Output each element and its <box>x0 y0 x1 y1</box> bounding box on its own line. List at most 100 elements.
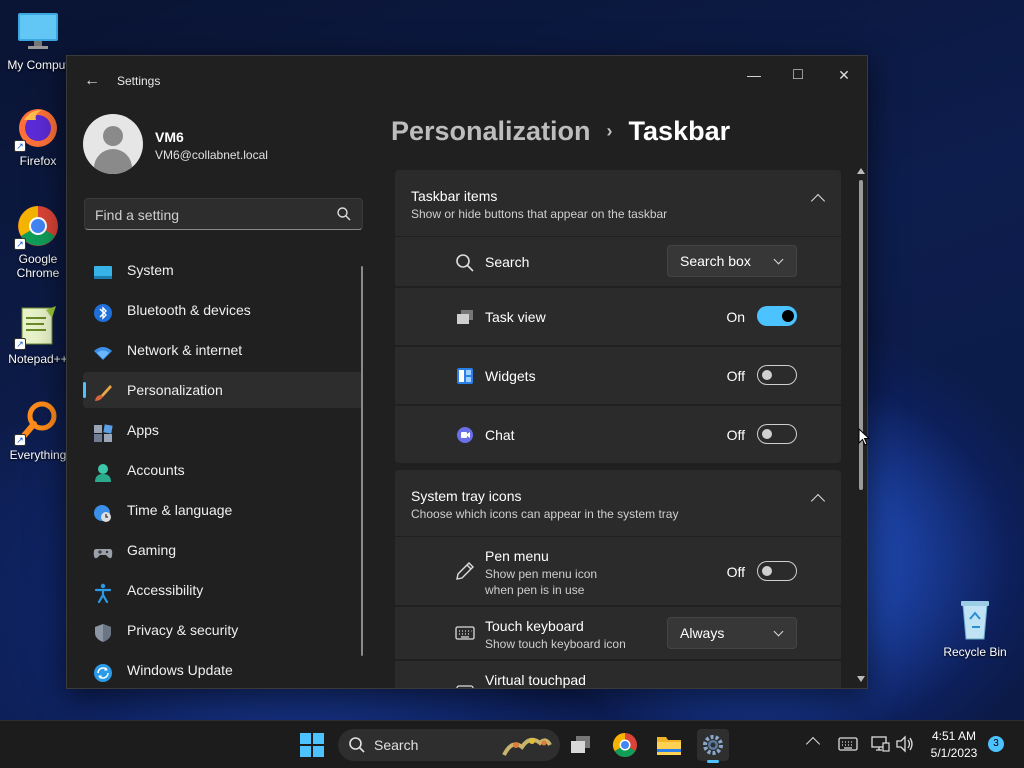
touchpad-icon <box>455 683 475 688</box>
clock-time[interactable]: 4:51 AM <box>924 729 984 743</box>
desktop-icon-label: Everything <box>9 448 67 462</box>
minimize-button[interactable]: — <box>743 64 765 86</box>
gear-icon <box>703 735 723 755</box>
sidebar-item-apps[interactable]: Apps <box>83 412 363 448</box>
avatar[interactable] <box>83 114 143 174</box>
clock-globe-icon <box>93 500 113 522</box>
notification-badge[interactable]: 3 <box>988 736 1004 752</box>
close-button[interactable]: ✕ <box>833 64 855 86</box>
sidebar-item-label: Personalization <box>127 382 223 398</box>
task-view-toggle[interactable] <box>757 306 797 326</box>
mouse-cursor-icon <box>858 427 871 451</box>
sidebar-item-label: System <box>127 262 174 278</box>
desktop-icon-my-computer[interactable]: My Comput <box>0 10 76 72</box>
keyboard-icon <box>455 623 475 643</box>
taskbar-items-header[interactable]: Taskbar items Show or hide buttons that … <box>395 170 841 236</box>
sidebar-item-gaming[interactable]: Gaming <box>83 532 363 568</box>
sidebar-item-network[interactable]: Network & internet <box>83 332 363 368</box>
breadcrumb-parent[interactable]: Personalization <box>391 116 591 146</box>
widgets-toggle[interactable] <box>757 365 797 385</box>
sidebar-item-bluetooth[interactable]: Bluetooth & devices <box>83 292 363 328</box>
shield-icon <box>93 620 113 642</box>
taskbar-task-view[interactable] <box>565 729 597 761</box>
search-input[interactable]: Find a setting <box>84 198 363 230</box>
network-icon[interactable] <box>870 735 890 758</box>
sidebar-item-label: Time & language <box>127 502 233 518</box>
setting-row-virtual-touchpad: Virtual touchpad <box>395 661 841 688</box>
sidebar-item-personalization[interactable]: Personalization <box>83 372 363 408</box>
sidebar-item-system[interactable]: System <box>83 252 363 288</box>
sidebar-item-label: Privacy & security <box>127 622 239 638</box>
toggle-knob <box>782 310 794 322</box>
chevron-down-icon <box>773 254 784 265</box>
search-placeholder: Find a setting <box>95 207 180 223</box>
sidebar-item-accessibility[interactable]: Accessibility <box>83 572 363 608</box>
breadcrumb-separator: › <box>606 121 613 141</box>
sidebar-item-privacy-security[interactable]: Privacy & security <box>83 612 363 648</box>
brush-icon <box>93 380 113 401</box>
page-title: Taskbar <box>628 116 731 146</box>
desktop-icon-label: Google Chrome <box>16 252 60 280</box>
section-title: Taskbar items <box>411 188 498 204</box>
chat-toggle[interactable] <box>757 424 797 444</box>
chevron-up-icon[interactable] <box>805 736 821 752</box>
taskbar-file-explorer[interactable] <box>653 729 685 761</box>
taskbar-search-box[interactable]: Search <box>338 729 560 761</box>
widgets-icon <box>455 366 475 386</box>
setting-description: Show touch keyboard icon <box>485 637 626 651</box>
avatar-head <box>103 126 123 146</box>
toggle-knob <box>762 370 772 380</box>
sidebar-item-accounts[interactable]: Accounts <box>83 452 363 488</box>
system-tray-header[interactable]: System tray icons Choose which icons can… <box>395 470 841 536</box>
recycle-bin-icon <box>955 597 995 641</box>
desktop-icon-chrome[interactable]: ↗ Google Chrome <box>0 204 76 280</box>
setting-description: Show pen menu icon <box>485 567 598 581</box>
chevron-down-icon <box>773 626 784 637</box>
window-title: Settings <box>117 74 161 88</box>
scroll-up-arrow-icon[interactable] <box>857 168 865 174</box>
pen-icon <box>455 561 475 581</box>
task-view-icon <box>571 736 590 753</box>
search-icon <box>348 736 366 754</box>
chevron-up-icon <box>810 493 826 509</box>
settings-window: ← Settings — □ ✕ VM6 VM6@collabnet.local… <box>66 55 868 689</box>
chrome-icon: ↗ <box>14 204 60 250</box>
section-subtitle: Show or hide buttons that appear on the … <box>411 207 668 221</box>
folder-icon <box>657 737 681 755</box>
pen-menu-toggle[interactable] <box>757 561 797 581</box>
title-bar[interactable]: ← Settings — □ ✕ <box>67 56 867 106</box>
active-indicator <box>707 760 719 763</box>
firefox-icon: ↗ <box>14 106 60 152</box>
setting-row-pen-menu: Pen menu Show pen menu icon when pen is … <box>395 537 841 605</box>
windows-logo-icon <box>300 733 324 757</box>
desktop-icon-firefox[interactable]: ↗ Firefox <box>0 106 76 168</box>
taskbar-settings[interactable] <box>697 729 729 763</box>
sidebar-scrollbar[interactable] <box>361 266 363 656</box>
desktop-icon-notepad-plus-plus[interactable]: ↗ Notepad++ <box>0 304 76 366</box>
desktop-icon-everything[interactable]: ↗ Everything <box>0 400 76 462</box>
account-icon <box>93 460 113 482</box>
touch-keyboard-dropdown[interactable]: Always <box>667 617 797 649</box>
notepad-plus-plus-icon: ↗ <box>14 304 60 350</box>
sidebar-item-label: Apps <box>127 422 159 438</box>
volume-icon[interactable] <box>895 735 915 758</box>
setting-label: Virtual touchpad <box>485 672 586 688</box>
setting-row-search: Search Search box <box>395 237 841 286</box>
sidebar-item-label: Accounts <box>127 462 185 478</box>
taskbar-chrome[interactable] <box>609 729 641 761</box>
clock-date[interactable]: 5/1/2023 <box>924 746 984 760</box>
everything-search-icon: ↗ <box>14 400 60 446</box>
user-name: VM6 <box>155 129 184 145</box>
search-highlight-icon <box>502 733 552 757</box>
search-mode-dropdown[interactable]: Search box <box>667 245 797 277</box>
desktop-icon-label: Notepad++ <box>8 352 68 366</box>
sidebar-item-windows-update[interactable]: Windows Update <box>83 652 363 688</box>
maximize-button[interactable]: □ <box>787 64 809 86</box>
keyboard-icon[interactable] <box>838 735 858 758</box>
start-button[interactable] <box>300 733 324 757</box>
setting-label: Task view <box>485 309 546 325</box>
sidebar-item-time-language[interactable]: Time & language <box>83 492 363 528</box>
back-button[interactable]: ← <box>81 70 103 92</box>
desktop-icon-recycle-bin[interactable]: Recycle Bin <box>940 597 1010 659</box>
scroll-down-arrow-icon[interactable] <box>857 676 865 682</box>
